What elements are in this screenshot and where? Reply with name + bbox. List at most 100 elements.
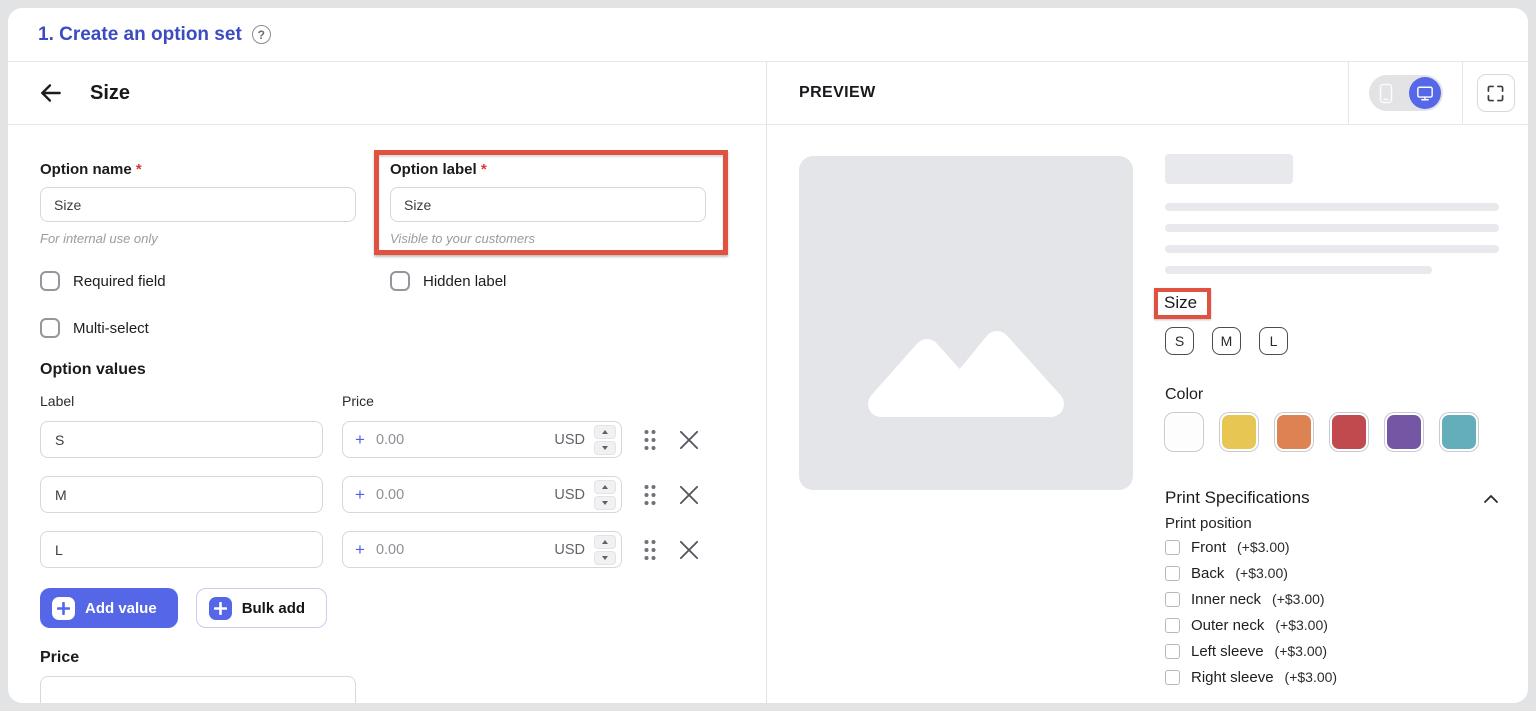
price-increment-button[interactable] <box>594 425 616 439</box>
preview-details-column: Size S M L Color <box>1165 154 1499 688</box>
print-option-label: Left sleeve <box>1191 641 1264 662</box>
required-field-row: Required field <box>40 271 390 291</box>
drag-dots-icon <box>643 429 657 451</box>
hidden-label-checkbox[interactable] <box>390 271 410 291</box>
chevron-up-icon <box>1483 493 1499 504</box>
required-field-checkbox[interactable] <box>40 271 60 291</box>
down-arrow-icon <box>602 446 608 450</box>
value-label-input[interactable] <box>40 421 323 458</box>
print-position-row: Back (+$3.00) <box>1165 563 1499 584</box>
option-label-input[interactable] <box>390 187 706 222</box>
print-position-label: Print position <box>1165 515 1499 532</box>
color-swatch-white[interactable] <box>1165 413 1203 451</box>
down-arrow-icon <box>602 556 608 560</box>
preview-title: PREVIEW <box>799 84 876 102</box>
print-option-price: (+$3.00) <box>1275 615 1328 636</box>
size-option-s[interactable]: S <box>1165 327 1194 355</box>
main-card: 1. Create an option set ? Size Option na… <box>8 8 1528 703</box>
value-price-field[interactable]: + USD <box>342 531 622 568</box>
price-decrement-button[interactable] <box>594 551 616 565</box>
preview-body: Size S M L Color <box>767 125 1528 703</box>
currency-label: USD <box>554 542 585 558</box>
close-icon <box>679 485 699 505</box>
back-button[interactable] <box>38 80 64 106</box>
size-option-l[interactable]: L <box>1259 327 1288 355</box>
print-position-row: Right sleeve (+$3.00) <box>1165 667 1499 688</box>
plus-icon <box>52 597 75 620</box>
price-input-partial[interactable] <box>40 676 356 703</box>
multi-select-row: Multi-select <box>40 318 734 338</box>
remove-value-button[interactable] <box>679 430 699 450</box>
size-option-buttons: S M L <box>1165 327 1499 355</box>
value-label-input[interactable] <box>40 476 323 513</box>
required-field-label: Required field <box>73 273 166 290</box>
required-asterisk: * <box>481 161 487 178</box>
print-option-price: (+$3.00) <box>1275 641 1328 662</box>
value-label-input[interactable] <box>40 531 323 568</box>
skeleton-line <box>1165 245 1499 253</box>
desktop-toggle-active[interactable] <box>1409 77 1441 109</box>
mobile-icon[interactable] <box>1379 83 1393 104</box>
size-option-m[interactable]: M <box>1212 327 1241 355</box>
fullscreen-icon <box>1487 85 1504 102</box>
option-values-heading: Option values <box>40 361 734 379</box>
panels: Size Option name * For internal use only… <box>8 62 1528 703</box>
print-option-price: (+$3.00) <box>1285 667 1338 688</box>
help-icon[interactable]: ? <box>252 25 271 44</box>
drag-handle[interactable] <box>643 484 657 506</box>
price-decrement-button[interactable] <box>594 441 616 455</box>
bulk-add-button[interactable]: Bulk add <box>196 588 327 628</box>
color-swatch-orange[interactable] <box>1275 413 1313 451</box>
fullscreen-button[interactable] <box>1477 74 1515 112</box>
value-price-field[interactable]: + USD <box>342 421 622 458</box>
print-front-checkbox[interactable] <box>1165 540 1180 555</box>
print-back-checkbox[interactable] <box>1165 566 1180 581</box>
color-label: Color <box>1165 386 1499 404</box>
multi-select-label: Multi-select <box>73 320 149 337</box>
add-value-button[interactable]: Add value <box>40 588 178 628</box>
plus-icon <box>209 597 232 620</box>
option-set-title: Size <box>90 82 130 105</box>
desktop-icon <box>1416 85 1434 102</box>
price-input[interactable] <box>374 431 545 449</box>
option-name-input[interactable] <box>40 187 356 222</box>
close-icon <box>679 430 699 450</box>
print-inner-neck-checkbox[interactable] <box>1165 592 1180 607</box>
arrow-left-icon <box>38 80 64 106</box>
print-option-price: (+$3.00) <box>1235 563 1288 584</box>
up-arrow-icon <box>602 540 608 544</box>
preview-panel: PREVIEW <box>767 62 1528 703</box>
color-swatch-purple[interactable] <box>1385 413 1423 451</box>
plus-icon: + <box>355 541 365 558</box>
skeleton-line <box>1165 203 1499 211</box>
price-input[interactable] <box>374 486 545 504</box>
option-values-column-headers: Label Price <box>40 393 734 409</box>
print-left-sleeve-checkbox[interactable] <box>1165 644 1180 659</box>
drag-handle[interactable] <box>643 429 657 451</box>
device-toggle-section <box>1348 62 1462 124</box>
print-position-row: Left sleeve (+$3.00) <box>1165 641 1499 662</box>
device-toggle[interactable] <box>1369 75 1443 111</box>
price-stepper <box>594 425 616 455</box>
price-decrement-button[interactable] <box>594 496 616 510</box>
price-input[interactable] <box>374 541 545 559</box>
price-stepper <box>594 480 616 510</box>
color-swatch-red[interactable] <box>1330 413 1368 451</box>
plus-icon: + <box>355 431 365 448</box>
up-arrow-icon <box>602 430 608 434</box>
remove-value-button[interactable] <box>679 485 699 505</box>
color-swatch-yellow[interactable] <box>1220 413 1258 451</box>
remove-value-button[interactable] <box>679 540 699 560</box>
color-swatch-teal[interactable] <box>1440 413 1478 451</box>
multi-select-checkbox[interactable] <box>40 318 60 338</box>
drag-handle[interactable] <box>643 539 657 561</box>
price-increment-button[interactable] <box>594 535 616 549</box>
collapse-section-button[interactable] <box>1483 493 1499 504</box>
print-right-sleeve-checkbox[interactable] <box>1165 670 1180 685</box>
product-image-placeholder <box>799 156 1133 490</box>
option-name-helper: For internal use only <box>40 231 356 246</box>
value-price-field[interactable]: + USD <box>342 476 622 513</box>
price-increment-button[interactable] <box>594 480 616 494</box>
print-position-row: Front (+$3.00) <box>1165 537 1499 558</box>
print-outer-neck-checkbox[interactable] <box>1165 618 1180 633</box>
